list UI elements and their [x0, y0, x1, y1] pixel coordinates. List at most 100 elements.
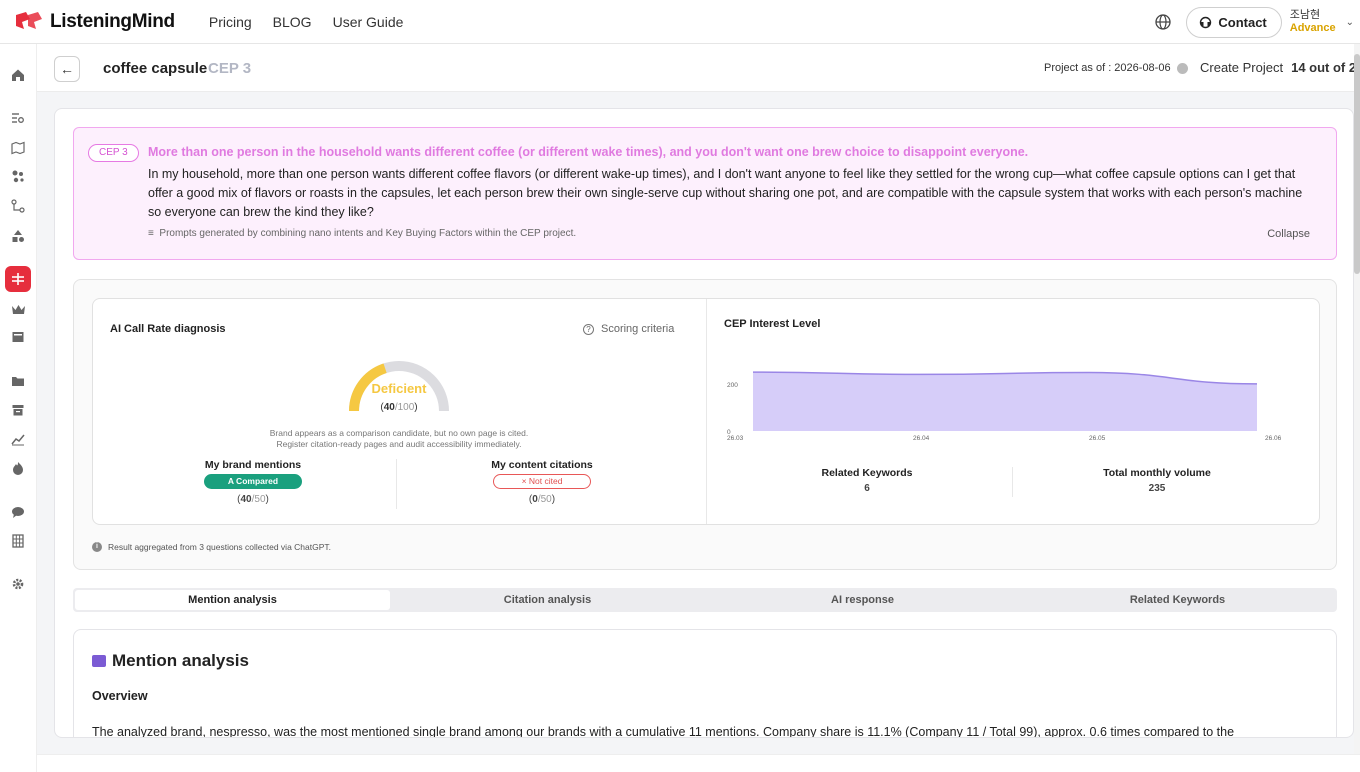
page-scrollbar[interactable]	[1354, 44, 1360, 754]
user-name: 조남현	[1289, 9, 1321, 21]
monthly-volume-label: Total monthly volume	[1103, 467, 1211, 479]
gauge-score: (40/100)	[380, 402, 418, 413]
brand-mentions-score-total: /50	[251, 494, 266, 505]
cluster-icon[interactable]	[9, 167, 27, 185]
tab-mention-analysis[interactable]: Mention analysis	[75, 590, 390, 610]
chat-icon[interactable]	[9, 503, 27, 521]
cep-headline: More than one person in the household wa…	[148, 145, 1029, 159]
main-area: ← coffee capsule CEP 3 Project as of : 2…	[37, 44, 1360, 754]
info-icon[interactable]	[1177, 63, 1188, 74]
path-icon[interactable]	[9, 197, 27, 215]
nav-user-guide[interactable]: User Guide	[333, 14, 404, 30]
gauge-score-total: /100	[394, 402, 415, 413]
diagnosis-card: AI Call Rate diagnosis ? Scoring criteri…	[92, 298, 1320, 525]
compared-badge: A Compared	[204, 474, 302, 489]
home-icon[interactable]	[9, 66, 27, 84]
search-list-icon[interactable]	[9, 109, 27, 127]
content-citations-metric: My content citations × Not cited (0/50)	[422, 459, 662, 505]
cep-description: CEP 3 More than one person in the househ…	[73, 127, 1337, 260]
user-menu[interactable]: 조남현 Advance	[1290, 9, 1336, 35]
monthly-volume-value: 235	[1148, 483, 1166, 494]
nav-right: Contact 조남현 Advance ⌄	[1154, 0, 1360, 44]
gauge-score-value: 40	[383, 402, 395, 413]
metric-separator	[396, 459, 397, 509]
crown-icon[interactable]	[9, 300, 27, 318]
folder-icon[interactable]	[9, 372, 27, 390]
interest-area-chart: 020026.03 26.04 26.05 26.06	[727, 371, 1282, 442]
cep-badge: CEP 3	[88, 144, 139, 162]
user-plan: Advance	[1289, 22, 1336, 34]
nav-links: Pricing BLOG User Guide	[209, 14, 425, 30]
back-button[interactable]: ←	[54, 56, 80, 82]
chevron-down-icon[interactable]: ⌄	[1346, 17, 1354, 28]
contact-label: Contact	[1218, 14, 1267, 30]
content-panel: CEP 3 More than one person in the househ…	[54, 108, 1354, 738]
question-icon: ?	[583, 323, 594, 335]
tab-citation-analysis[interactable]: Citation analysis	[390, 590, 705, 610]
cep-icon[interactable]	[5, 266, 31, 292]
logo-text: ListeningMind	[50, 10, 175, 32]
arrow-left-icon: ←	[60, 61, 74, 77]
diagnosis-title: AI Call Rate diagnosis	[110, 323, 226, 335]
interest-title: CEP Interest Level	[724, 318, 821, 330]
cep-body: In my household, more than one person wa…	[148, 167, 1303, 219]
map-search-icon[interactable]	[9, 139, 27, 157]
scrollbar-thumb[interactable]	[1354, 54, 1360, 274]
info-icon: i	[92, 542, 102, 552]
shapes-icon[interactable]	[9, 227, 27, 245]
contact-button[interactable]: Contact	[1186, 6, 1282, 38]
cep-note: ≡ Prompts generated by combining nano in…	[148, 228, 576, 239]
interest-area	[753, 372, 1257, 431]
nav-blog[interactable]: BLOG	[273, 14, 312, 30]
brand-mentions-score: (40/50)	[237, 494, 269, 505]
mention-analysis-title: Mention analysis	[112, 651, 249, 670]
brand-mentions-score-value: 40	[240, 494, 252, 505]
tab-related-keywords[interactable]: Related Keywords	[1020, 590, 1335, 610]
scoring-criteria-label: Scoring criteria	[601, 323, 675, 335]
create-project-count: 14 out of 20	[1291, 60, 1360, 75]
overview-heading: Overview	[92, 689, 148, 703]
mention-analysis-text: The analyzed brand, nespresso, was the m…	[92, 725, 1235, 738]
logo-icon	[16, 11, 42, 29]
gauge-label: Deficient	[371, 381, 427, 396]
sidebar	[0, 44, 37, 772]
panel-icon[interactable]	[9, 328, 27, 346]
mention-analysis-section: Mention analysis Overview The analyzed b…	[73, 629, 1337, 738]
monthly-volume-stat: Total monthly volume 235	[1012, 467, 1302, 494]
related-keywords-value: 6	[864, 483, 870, 494]
related-keywords-stat: Related Keywords 6	[722, 467, 1012, 494]
cep-note-text: Prompts generated by combining nano inte…	[159, 228, 577, 239]
x-tick-label: 26.03	[727, 435, 744, 442]
related-keywords-label: Related Keywords	[821, 467, 913, 479]
gear-icon[interactable]	[9, 575, 27, 593]
grid-icon[interactable]	[9, 532, 27, 550]
brand-mentions-title: My brand mentions	[204, 459, 302, 471]
tab-ai-response[interactable]: AI response	[705, 590, 1020, 610]
diagnosis-footnote-text: Result aggregated from 3 questions colle…	[108, 542, 332, 552]
diagnosis-message: Brand appears as a comparison candidate,…	[153, 428, 645, 450]
top-nav: ListeningMind Pricing BLOG User Guide Co…	[0, 0, 1360, 44]
nav-pricing[interactable]: Pricing	[209, 14, 252, 30]
collapse-button[interactable]: Collapse	[1267, 228, 1310, 240]
globe-icon[interactable]	[1154, 13, 1172, 31]
logo[interactable]: ListeningMind	[12, 11, 175, 33]
page-cep-tag: CEP 3	[208, 60, 252, 77]
x-tick-label: 26.05	[1089, 435, 1106, 442]
brand-mentions-metric: My brand mentions A Compared (40/50)	[133, 459, 373, 505]
create-project-label: Create Project	[1200, 60, 1284, 75]
diagnosis-message-line1: Brand appears as a comparison candidate,…	[269, 428, 529, 438]
trend-chart-icon[interactable]	[9, 430, 27, 448]
x-tick-label: 26.04	[913, 435, 930, 442]
footer	[37, 754, 1360, 772]
content-citations-score-total: /50	[537, 494, 552, 505]
archive-icon[interactable]	[9, 401, 27, 419]
y-tick-label: 200	[727, 382, 738, 389]
content-citations-title: My content citations	[491, 459, 593, 471]
diagnosis-divider	[706, 299, 707, 524]
chat-bubble-icon	[92, 655, 106, 667]
create-project[interactable]: Create Project 14 out of 20	[1200, 60, 1360, 75]
diagnosis-message-line2: Register citation-ready pages and audit …	[276, 439, 522, 449]
scoring-criteria-button[interactable]: ? Scoring criteria	[583, 323, 674, 335]
headset-icon	[1200, 16, 1212, 28]
flame-icon[interactable]	[9, 459, 27, 477]
